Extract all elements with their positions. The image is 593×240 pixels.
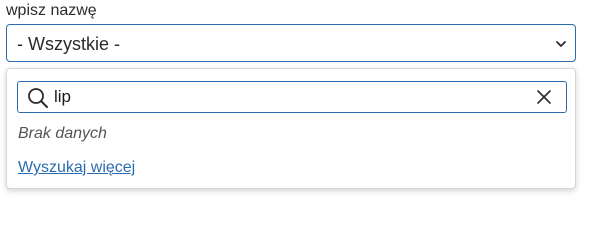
close-icon[interactable] (536, 89, 552, 105)
field-label: wpisz nazwę (6, 2, 97, 19)
search-field[interactable] (17, 81, 567, 113)
select-value: - Wszystkie - (17, 34, 120, 54)
search-icon (28, 88, 48, 108)
category-select[interactable]: - Wszystkie - (6, 24, 576, 62)
chevron-down-icon (556, 41, 566, 47)
search-input[interactable] (54, 85, 524, 109)
empty-message: Brak danych (18, 125, 107, 142)
dropdown-panel: Brak danych Wyszukaj więcej (6, 68, 576, 189)
search-more-link[interactable]: Wyszukaj więcej (18, 159, 135, 177)
